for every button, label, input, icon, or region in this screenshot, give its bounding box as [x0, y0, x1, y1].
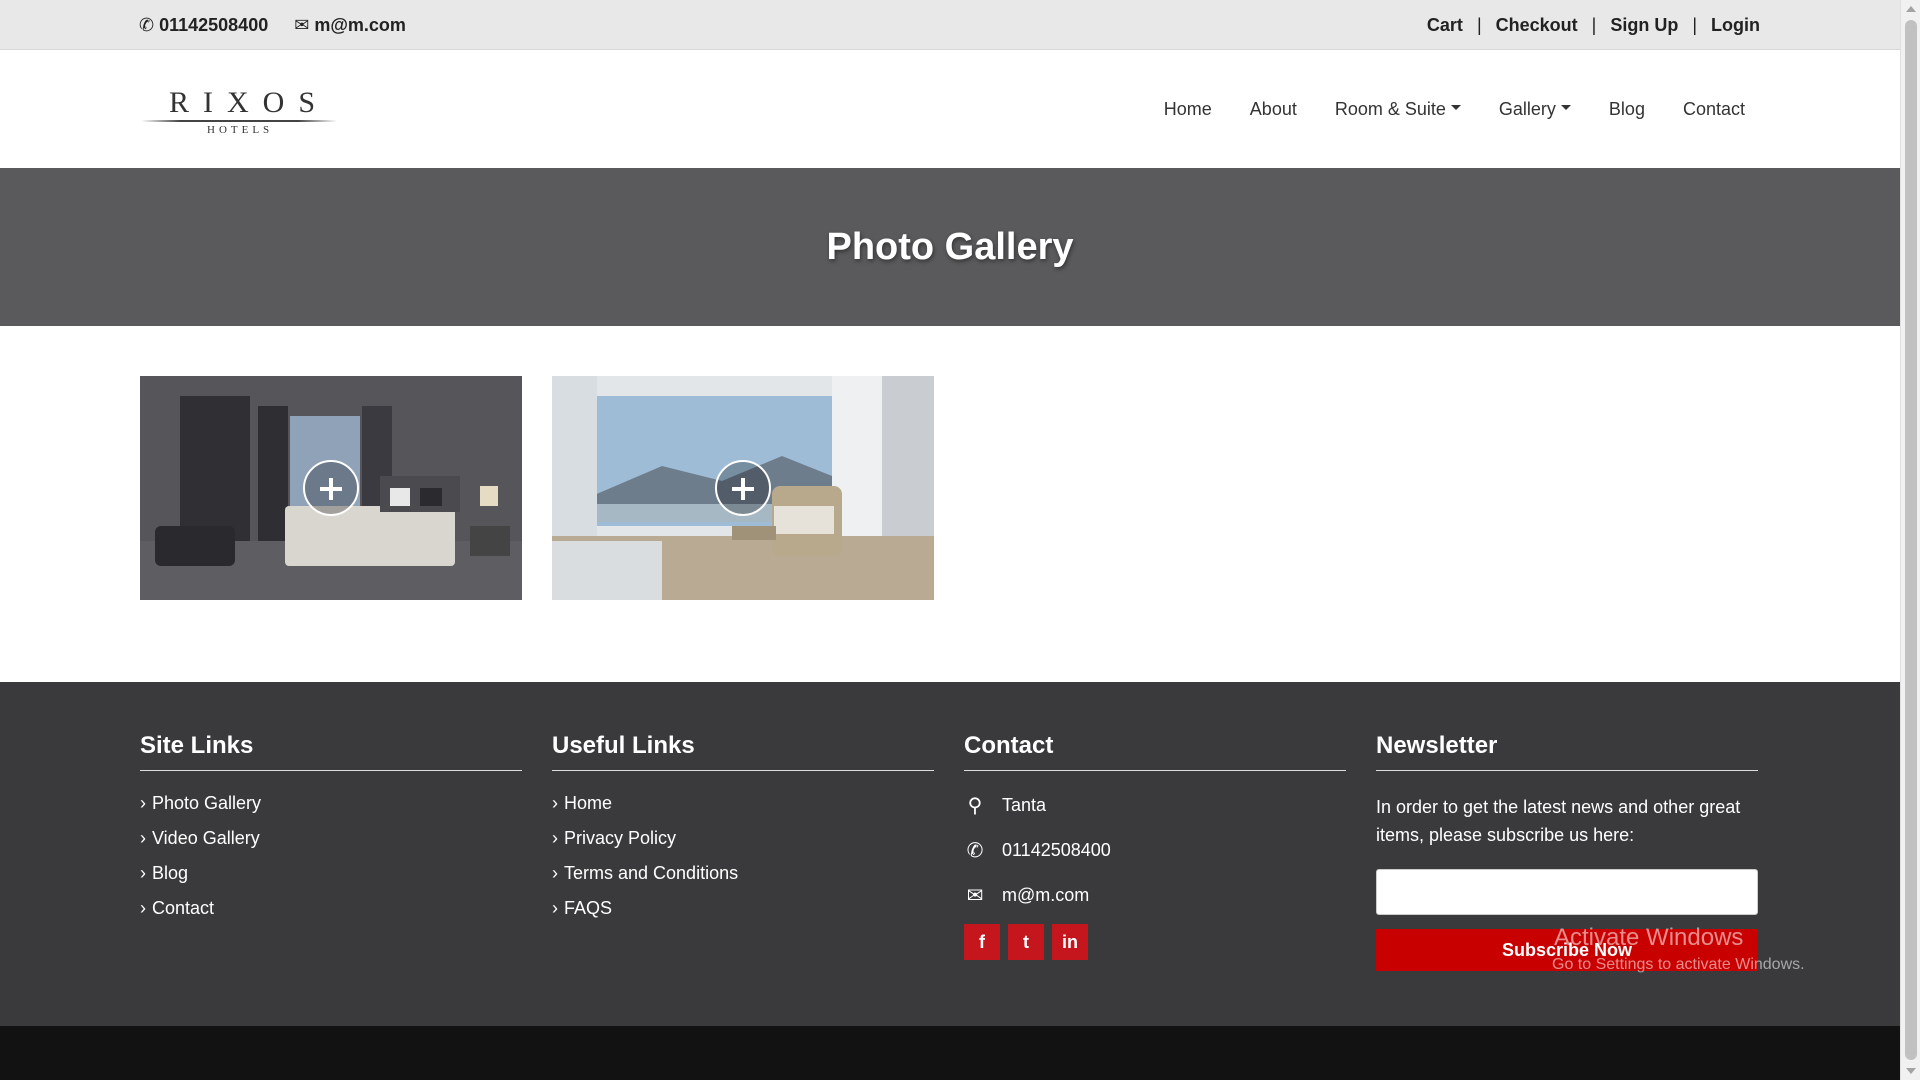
- contact-email[interactable]: ✉ m@m.com: [964, 883, 1346, 908]
- nav-room-suite[interactable]: Room & Suite: [1335, 99, 1461, 120]
- useful-links-heading: Useful Links: [552, 732, 934, 771]
- cart-link[interactable]: Cart: [1427, 15, 1463, 36]
- site-links-heading: Site Links: [140, 732, 522, 771]
- nav-gallery[interactable]: Gallery: [1499, 99, 1571, 120]
- address-text: Tanta: [1002, 795, 1047, 815]
- chevron-right-icon: ›: [140, 898, 146, 918]
- top-contact-info: ✆ 01142508400 ✉ m@m.com: [139, 0, 406, 50]
- zoom-plus-icon[interactable]: [715, 460, 771, 516]
- social-links: f t in: [964, 924, 1346, 960]
- nav-gallery-label: Gallery: [1498, 98, 1556, 119]
- chevron-right-icon: ›: [552, 793, 558, 813]
- nav-room-suite-label: Room & Suite: [1334, 98, 1446, 119]
- scroll-up-arrow-icon[interactable]: [1906, 6, 1916, 12]
- footer-link-blog[interactable]: › Blog: [140, 863, 522, 884]
- footer-contact: Contact ⚲ Tanta ✆ 01142508400 ✉ m@m.com f t…: [964, 732, 1346, 960]
- chevron-right-icon: ›: [140, 828, 146, 848]
- top-email-text: m@m.com: [314, 14, 406, 35]
- top-email[interactable]: ✉ m@m.com: [294, 15, 406, 36]
- footer-site-links: Site Links › Photo Gallery › Video Gallery…: [140, 732, 522, 933]
- top-phone-text: 01142508400: [159, 14, 269, 35]
- caret-down-icon: [1450, 105, 1461, 111]
- caret-down-icon: [1560, 105, 1571, 111]
- footer-useful-links: Useful Links › Home › Privacy Policy › Term…: [552, 732, 934, 933]
- envelope-icon: ✉: [966, 885, 984, 907]
- envelope-icon: ✉: [294, 14, 310, 35]
- page-title: Photo Gallery: [826, 225, 1074, 268]
- chevron-right-icon: ›: [552, 898, 558, 918]
- scroll-down-arrow-icon[interactable]: [1906, 1068, 1916, 1074]
- newsletter-text: In order to get the latest news and othe…: [1376, 797, 1741, 845]
- footer-link-faqs[interactable]: › FAQS: [552, 898, 934, 919]
- separator: |: [1591, 14, 1597, 35]
- logo-brand: RIXOS: [169, 86, 330, 119]
- logo-line: [141, 120, 337, 122]
- photo-gallery-grid: [140, 376, 934, 600]
- footer-link-contact[interactable]: › Contact: [140, 898, 522, 919]
- separator: |: [1476, 14, 1482, 35]
- footer-link-photo-gallery[interactable]: › Photo Gallery: [140, 793, 522, 814]
- nav-contact[interactable]: Contact: [1683, 99, 1745, 120]
- footer-link-home[interactable]: › Home: [552, 793, 934, 814]
- chevron-right-icon: ›: [552, 863, 558, 883]
- newsletter-email-input[interactable]: [1376, 869, 1758, 915]
- watermark-subtitle: Go to Settings to activate Windows.: [1552, 956, 1805, 973]
- nav-blog[interactable]: Blog: [1609, 99, 1645, 120]
- chevron-right-icon: ›: [140, 793, 146, 813]
- linkedin-icon[interactable]: in: [1052, 924, 1088, 960]
- phone-icon: ✆: [966, 840, 984, 862]
- twitter-icon[interactable]: t: [1008, 924, 1044, 960]
- map-pin-icon: ⚲: [967, 795, 983, 817]
- footer-bottom-bar: [0, 1026, 1900, 1080]
- facebook-icon[interactable]: f: [964, 924, 1000, 960]
- sign-up-link[interactable]: Sign Up: [1610, 15, 1678, 36]
- watermark-title: Activate Windows: [1554, 924, 1744, 951]
- footer-link-terms[interactable]: › Terms and Conditions: [552, 863, 934, 884]
- rixos-logo[interactable]: RIXOS HOTELS: [141, 80, 341, 138]
- footer-link-video-gallery[interactable]: › Video Gallery: [140, 828, 522, 849]
- footer-link-privacy-policy[interactable]: › Privacy Policy: [552, 828, 934, 849]
- nav-about[interactable]: About: [1250, 99, 1297, 120]
- contact-phone[interactable]: ✆ 01142508400: [964, 838, 1346, 863]
- scroll-thumb[interactable]: [1905, 20, 1917, 1060]
- link-label: Photo Gallery: [152, 793, 262, 813]
- separator: |: [1692, 14, 1698, 35]
- contact-address: ⚲ Tanta: [964, 793, 1346, 818]
- gallery-photo-room-view[interactable]: [552, 376, 934, 600]
- site-footer: Site Links › Photo Gallery › Video Gallery…: [0, 682, 1900, 1026]
- link-label: Home: [564, 793, 613, 813]
- newsletter-heading: Newsletter: [1376, 732, 1758, 771]
- login-link[interactable]: Login: [1711, 15, 1760, 36]
- main-nav: Home About Room & Suite Gallery Blog Con…: [1164, 50, 1745, 168]
- link-label: Blog: [152, 863, 189, 883]
- logo-subtitle: HOTELS: [207, 124, 274, 136]
- link-label: FAQS: [564, 898, 613, 918]
- top-bar: ✆ 01142508400 ✉ m@m.com Cart | Checkout …: [0, 0, 1900, 50]
- page-scrollbar[interactable]: [1900, 0, 1920, 1080]
- windows-activation-watermark: Activate Windows Go to Settings to activ…: [1552, 924, 1805, 974]
- top-phone[interactable]: ✆ 01142508400: [139, 15, 268, 36]
- chevron-right-icon: ›: [552, 828, 558, 848]
- site-header: RIXOS HOTELS Home About Room & Suite Gal…: [0, 50, 1900, 168]
- link-label: Terms and Conditions: [564, 863, 739, 883]
- email-text: m@m.com: [1002, 885, 1090, 905]
- link-label: Contact: [152, 898, 215, 918]
- link-label: Privacy Policy: [564, 828, 677, 848]
- checkout-link[interactable]: Checkout: [1496, 15, 1578, 36]
- chevron-right-icon: ›: [140, 863, 146, 883]
- gallery-photo-bedroom[interactable]: [140, 376, 522, 600]
- contact-heading: Contact: [964, 732, 1346, 771]
- link-label: Video Gallery: [152, 828, 260, 848]
- nav-home[interactable]: Home: [1164, 99, 1212, 120]
- zoom-plus-icon[interactable]: [303, 460, 359, 516]
- account-links: Cart | Checkout | Sign Up | Login: [1427, 0, 1760, 50]
- phone-text: 01142508400: [1002, 840, 1111, 860]
- phone-icon: ✆: [139, 14, 155, 35]
- page-banner: Photo Gallery: [0, 168, 1900, 326]
